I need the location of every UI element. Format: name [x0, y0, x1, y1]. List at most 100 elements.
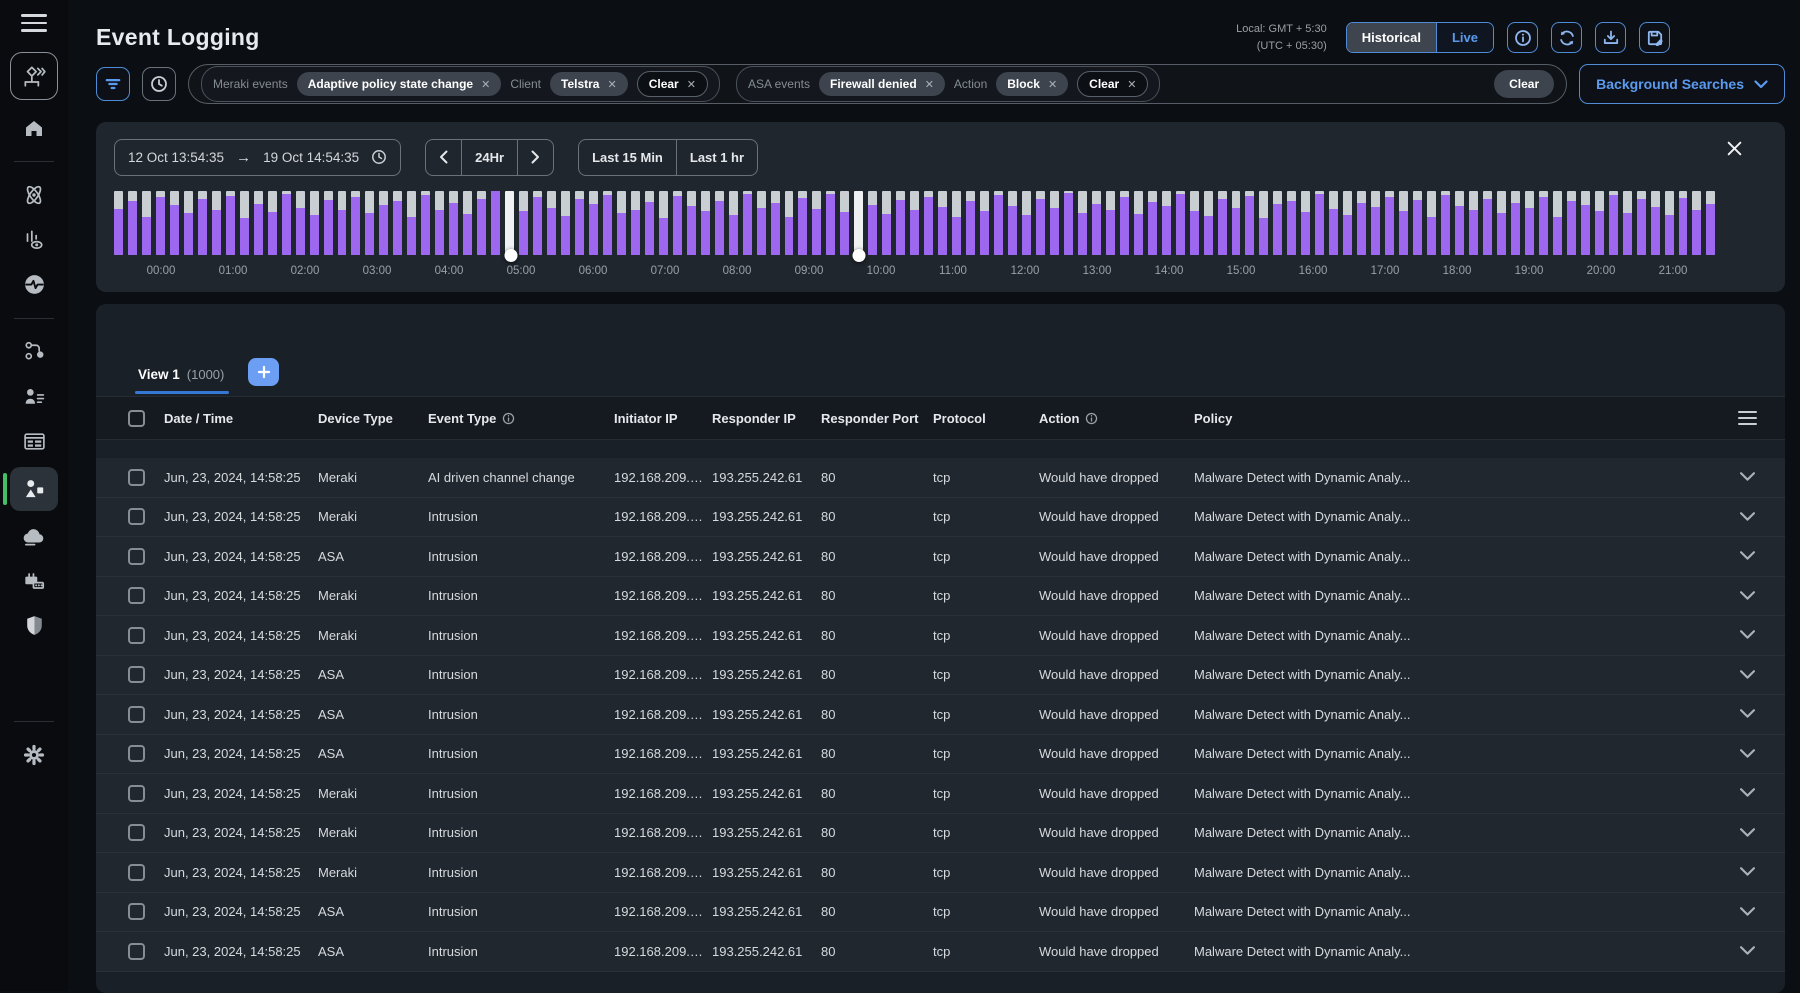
select-all-checkbox[interactable] [128, 410, 145, 427]
expand-row-button[interactable] [1740, 630, 1755, 640]
column-header[interactable]: Protocol [933, 411, 1039, 426]
histogram-bar [1064, 191, 1073, 255]
menu-icon[interactable] [21, 14, 47, 32]
histogram-bar [1120, 191, 1129, 255]
time-filter-button[interactable] [142, 67, 176, 101]
expand-row-button[interactable] [1740, 472, 1755, 482]
sidebar-item-dashboards[interactable] [10, 422, 58, 462]
time-axis-label: 21:00 [1659, 265, 1688, 277]
background-searches-button[interactable]: Background Searches [1579, 64, 1785, 104]
remove-chip-icon[interactable]: ✕ [607, 78, 616, 91]
expand-row-button[interactable] [1740, 867, 1755, 877]
filter-value-chip[interactable]: Telstra✕ [550, 72, 628, 96]
add-view-button[interactable] [248, 358, 279, 386]
window-next-button[interactable] [517, 140, 553, 175]
sidebar-item-settings[interactable] [10, 735, 58, 775]
timeline-range-handle[interactable] [504, 249, 517, 262]
row-checkbox[interactable] [128, 706, 145, 723]
histogram-bar [365, 191, 374, 255]
histogram-bar [812, 191, 821, 255]
column-header[interactable]: Date / Time [164, 411, 318, 426]
sidebar-item-security[interactable] [10, 606, 58, 646]
date-range-picker[interactable]: 12 Oct 13:54:35 → 19 Oct 14:54:35 [114, 139, 401, 176]
historical-toggle-button[interactable]: Historical [1347, 23, 1436, 52]
clear-group-chip[interactable]: Clear✕ [637, 71, 708, 97]
sidebar-item-cloud[interactable] [10, 516, 58, 556]
remove-chip-icon[interactable]: ✕ [1127, 78, 1136, 91]
sidebar-item-monitoring[interactable] [10, 220, 58, 260]
expand-row-button[interactable] [1740, 591, 1755, 601]
save-button[interactable] [1639, 22, 1670, 53]
column-header[interactable]: Device Type [318, 411, 428, 426]
clear-all-filters-button[interactable]: Clear [1494, 70, 1554, 98]
table-row: Jun, 23, 2024, 14:58:25ASAIntrusion192.1… [96, 656, 1785, 696]
row-checkbox[interactable] [128, 627, 145, 644]
filter-value-chip[interactable]: Block✕ [996, 72, 1068, 96]
row-checkbox[interactable] [128, 469, 145, 486]
sidebar-item-health[interactable] [10, 265, 58, 305]
expand-row-button[interactable] [1740, 788, 1755, 798]
row-checkbox[interactable] [128, 587, 145, 604]
close-timeline-button[interactable] [1726, 140, 1743, 162]
cell-initiator-ip: 192.168.209.216 [614, 786, 712, 801]
row-checkbox[interactable] [128, 666, 145, 683]
remove-chip-icon[interactable]: ✕ [1048, 78, 1057, 91]
histogram-bar [1162, 191, 1171, 255]
cell-protocol: tcp [933, 588, 1039, 603]
row-checkbox[interactable] [128, 745, 145, 762]
sidebar-item-clients[interactable] [10, 377, 58, 417]
row-checkbox[interactable] [128, 903, 145, 920]
remove-chip-icon[interactable]: ✕ [481, 78, 490, 91]
sidebar-item-appliances[interactable] [10, 561, 58, 601]
expand-row-button[interactable] [1740, 907, 1755, 917]
sidebar-item-topology[interactable] [10, 52, 58, 100]
cell-protocol: tcp [933, 865, 1039, 880]
histogram-bar [575, 191, 584, 255]
expand-row-button[interactable] [1740, 946, 1755, 956]
preset-last-15-min[interactable]: Last 15 Min [579, 140, 676, 175]
column-header[interactable]: Responder IP [712, 411, 821, 426]
expand-row-button[interactable] [1740, 828, 1755, 838]
sidebar-item-home[interactable] [10, 108, 58, 148]
expand-row-button[interactable] [1740, 512, 1755, 522]
filter-value-chip[interactable]: Firewall denied✕ [819, 72, 945, 96]
window-prev-button[interactable] [426, 140, 461, 175]
column-header[interactable]: Action [1039, 411, 1194, 426]
info-button[interactable] [1507, 22, 1538, 53]
column-header[interactable]: Responder Port [821, 411, 933, 426]
expand-row-button[interactable] [1740, 670, 1755, 680]
column-header[interactable]: Initiator IP [614, 411, 712, 426]
cell-protocol: tcp [933, 707, 1039, 722]
sidebar-item-event-logging[interactable] [10, 467, 58, 511]
row-checkbox[interactable] [128, 824, 145, 841]
column-settings-button[interactable] [1738, 411, 1757, 426]
download-button[interactable] [1595, 22, 1626, 53]
filter-button[interactable] [96, 67, 130, 101]
expand-row-button[interactable] [1740, 709, 1755, 719]
row-checkbox[interactable] [128, 508, 145, 525]
cell-action: Would have dropped [1039, 865, 1194, 880]
row-checkbox[interactable] [128, 548, 145, 565]
expand-row-button[interactable] [1740, 551, 1755, 561]
cell-policy: Malware Detect with Dynamic Analy... [1194, 944, 1725, 959]
tab-view-1[interactable]: View 1(1000) [138, 367, 224, 394]
sidebar-item-assurance[interactable] [10, 175, 58, 215]
chevron-down-icon [1740, 946, 1755, 956]
row-checkbox[interactable] [128, 864, 145, 881]
sidebar-item-workflows[interactable] [10, 332, 58, 372]
remove-chip-icon[interactable]: ✕ [687, 78, 696, 91]
column-header[interactable]: Event Type [428, 411, 614, 426]
row-checkbox[interactable] [128, 785, 145, 802]
filter-value-chip[interactable]: Adaptive policy state change✕ [297, 72, 502, 96]
live-toggle-button[interactable]: Live [1436, 23, 1493, 52]
histogram-bar [1679, 191, 1688, 255]
timeline-range-handle[interactable] [852, 249, 865, 262]
column-header[interactable]: Policy [1194, 411, 1725, 426]
preset-last-1-hr[interactable]: Last 1 hr [676, 140, 757, 175]
refresh-button[interactable] [1551, 22, 1582, 53]
remove-chip-icon[interactable]: ✕ [925, 78, 934, 91]
clear-group-chip[interactable]: Clear✕ [1077, 71, 1148, 97]
expand-row-button[interactable] [1740, 749, 1755, 759]
window-size-label[interactable]: 24Hr [461, 140, 517, 175]
row-checkbox[interactable] [128, 943, 145, 960]
